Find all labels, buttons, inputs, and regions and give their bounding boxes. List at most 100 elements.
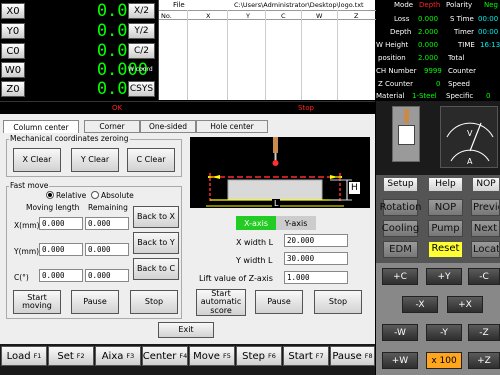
exit-button[interactable]: Exit xyxy=(158,322,214,338)
f2-key: F2 xyxy=(76,352,85,360)
x-mm-label: X(mm) xyxy=(14,221,40,230)
f8-pause-button[interactable]: Pause F8 xyxy=(330,346,375,366)
f2-set-button[interactable]: Set F2 xyxy=(48,346,94,366)
fast-move-title: Fast move xyxy=(9,181,50,190)
jog-plus-c[interactable]: +C xyxy=(382,268,418,285)
axis-z0-button[interactable]: Z0 xyxy=(1,81,25,97)
speed-label: Speed xyxy=(448,80,470,88)
w-coord-label: W coord xyxy=(128,66,153,73)
y-width-input[interactable]: 30.000 xyxy=(284,252,348,265)
jog-minus-y[interactable]: -Y xyxy=(426,324,462,341)
zcounter-value: 0 xyxy=(436,80,441,88)
tab-column-center[interactable]: Column center xyxy=(3,120,79,133)
back-to-y-button[interactable]: Back to Y xyxy=(133,232,179,254)
y-half-button[interactable]: Y/2 xyxy=(128,23,155,39)
next-button[interactable]: Next xyxy=(471,220,500,237)
f6-step-button[interactable]: Step F6 xyxy=(236,346,282,366)
nop-top-button[interactable]: NOP xyxy=(472,177,500,192)
locate-button[interactable]: Locate xyxy=(471,241,500,258)
fast-stop-button[interactable]: Stop xyxy=(130,290,178,314)
f3-aixa-button[interactable]: Aixa F3 xyxy=(95,346,141,366)
rotation-button[interactable]: Rotation xyxy=(380,199,421,216)
nop-button[interactable]: NOP xyxy=(428,199,463,216)
fast-pause-button[interactable]: Pause xyxy=(71,290,119,314)
jog-plus-z[interactable]: +Z xyxy=(468,352,500,369)
tab-corner[interactable]: Corner xyxy=(84,120,140,133)
jog-minus-w[interactable]: -W xyxy=(382,324,418,341)
tab-y-axis[interactable]: Y-axis xyxy=(276,216,316,230)
auto-stop-button[interactable]: Stop xyxy=(314,290,362,314)
depth-value: 2.000 xyxy=(418,28,439,36)
c-remaining-input[interactable]: 0.000 xyxy=(85,269,129,282)
wheight-value: 0.000 xyxy=(418,41,439,49)
edm-button[interactable]: EDM xyxy=(383,241,418,258)
loss-value: 0.000 xyxy=(418,15,439,23)
reset-button[interactable]: Reset xyxy=(428,241,463,258)
setup-button[interactable]: Setup xyxy=(383,177,418,192)
c-length-input[interactable]: 0.000 xyxy=(39,269,83,282)
x-width-input[interactable]: 20.000 xyxy=(284,234,348,247)
step-multiplier-button[interactable]: x 100 xyxy=(426,352,462,369)
axis-w0-button[interactable]: W0 xyxy=(1,62,25,78)
pump-button[interactable]: Pump xyxy=(428,220,463,237)
axis-y0-button[interactable]: Y0 xyxy=(1,23,25,39)
csys-button[interactable]: CSYS xyxy=(128,81,155,97)
x-half-button[interactable]: X/2 xyxy=(128,3,155,19)
z-lift-input[interactable]: 1.000 xyxy=(284,271,348,284)
jog-minus-x[interactable]: -X xyxy=(402,296,438,313)
status-panel: Mode Depth Polarity Neg Loss 0.000 S Tim… xyxy=(376,0,500,100)
specific-label: Specific xyxy=(446,92,474,100)
jog-plus-y[interactable]: +Y xyxy=(426,268,462,285)
c-deg-label: C(°) xyxy=(14,273,29,282)
previous-button[interactable]: Previous xyxy=(471,199,500,216)
y-clear-button[interactable]: Y Clear xyxy=(71,148,119,172)
f7-start-button[interactable]: Start F7 xyxy=(283,346,329,366)
time-value: 16:13 xyxy=(480,41,500,49)
remaining-label: Remaining xyxy=(88,203,128,212)
absolute-radio[interactable] xyxy=(91,191,99,199)
f3-label: Aixa xyxy=(101,350,124,362)
jog-plus-w[interactable]: +W xyxy=(382,352,418,369)
jog-minus-c[interactable]: -C xyxy=(468,268,500,285)
counter-label: Counter xyxy=(448,67,476,75)
start-auto-score-button[interactable]: Start automatic score xyxy=(196,289,246,316)
f1-load-button[interactable]: Load F1 xyxy=(1,346,47,366)
f4-center-button[interactable]: Center F4 xyxy=(142,346,188,366)
c-half-button[interactable]: C/2 xyxy=(128,43,155,59)
axis-c0-button[interactable]: C0 xyxy=(1,43,25,59)
c-clear-button[interactable]: C Clear xyxy=(127,148,175,172)
x-remaining-input[interactable]: 0.000 xyxy=(85,217,129,230)
zcounter-label: Z Counter xyxy=(378,80,413,88)
y-remaining-input[interactable]: 0.000 xyxy=(85,243,129,256)
material-value: 1-Steel xyxy=(412,92,437,100)
auto-pause-button[interactable]: Pause xyxy=(255,290,303,314)
tab-hole-center[interactable]: Hole center xyxy=(196,120,268,133)
f5-label: Move xyxy=(193,350,220,362)
back-to-c-button[interactable]: Back to C xyxy=(133,258,179,280)
start-moving-button[interactable]: Start moving xyxy=(13,290,61,314)
polarity-label: Polarity xyxy=(446,1,473,9)
x-length-input[interactable]: 0.000 xyxy=(39,217,83,230)
alarm-bar: OK Stop xyxy=(0,101,375,114)
time-label: TIME xyxy=(458,41,475,49)
back-to-x-button[interactable]: Back to X xyxy=(133,206,179,228)
mode-label: Mode xyxy=(394,1,414,9)
tab-one-sided[interactable]: One-sided xyxy=(140,120,196,133)
jog-plus-x[interactable]: +X xyxy=(447,296,483,313)
f5-key: F5 xyxy=(222,352,231,360)
y-length-input[interactable]: 0.000 xyxy=(39,243,83,256)
relative-radio[interactable] xyxy=(46,191,54,199)
mode-value: Depth xyxy=(419,1,441,9)
col-x: X xyxy=(206,12,211,20)
x-clear-button[interactable]: X Clear xyxy=(13,148,61,172)
col-z: Z xyxy=(354,12,359,20)
jog-minus-z[interactable]: -Z xyxy=(468,324,500,341)
cooling-button[interactable]: Cooling xyxy=(382,220,419,237)
tab-x-axis[interactable]: X-axis xyxy=(236,216,276,230)
axis-x0-button[interactable]: X0 xyxy=(1,3,25,19)
gauge-meter: V A xyxy=(440,106,498,168)
f6-label: Step xyxy=(242,350,265,362)
chnum-label: CH Number xyxy=(376,67,417,75)
f5-move-button[interactable]: Move F5 xyxy=(189,346,235,366)
help-button[interactable]: Help xyxy=(428,177,463,192)
